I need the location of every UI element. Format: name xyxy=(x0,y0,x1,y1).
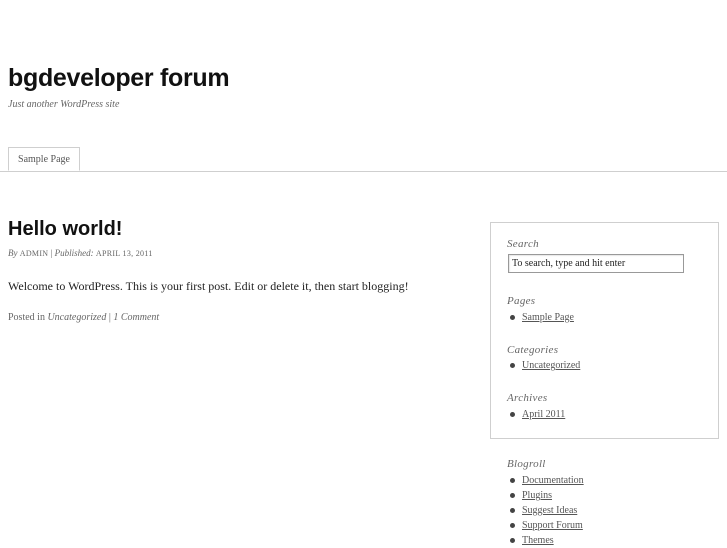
list-item: Plugins xyxy=(507,488,584,503)
categories-list: Uncategorized xyxy=(507,358,580,373)
post-posted-in-label: Posted in xyxy=(8,312,45,323)
nav-divider xyxy=(0,171,727,172)
category-link-uncategorized[interactable]: Uncategorized xyxy=(522,360,580,371)
widget-title-pages: Pages xyxy=(507,295,536,307)
site-title[interactable]: bgdeveloper forum xyxy=(8,64,230,93)
site-tagline: Just another WordPress site xyxy=(8,99,120,110)
archives-list: April 2011 xyxy=(507,407,565,422)
blogroll-link-plugins[interactable]: Plugins xyxy=(522,490,552,501)
post-meta-published-label: Published: xyxy=(54,248,94,258)
list-item: Uncategorized xyxy=(507,358,580,373)
list-item: Support Forum xyxy=(507,518,584,533)
blogroll-list: Documentation Plugins Suggest Ideas Supp… xyxy=(507,473,584,548)
list-item: April 2011 xyxy=(507,407,565,422)
post-meta-by: By xyxy=(8,248,18,258)
list-item: Themes xyxy=(507,533,584,548)
blogroll-link-documentation[interactable]: Documentation xyxy=(522,475,584,486)
post-comments-link[interactable]: 1 Comment xyxy=(113,312,159,323)
pages-list: Sample Page xyxy=(507,310,574,325)
search-input[interactable] xyxy=(508,254,684,273)
list-item: Suggest Ideas xyxy=(507,503,584,518)
post-title[interactable]: Hello world! xyxy=(8,218,122,241)
post-meta-separator: | xyxy=(50,248,53,258)
post-date: APRIL 13, 2011 xyxy=(95,249,153,258)
list-item: Documentation xyxy=(507,473,584,488)
post-footer-separator: | xyxy=(108,312,111,323)
blogroll-link-themes[interactable]: Themes xyxy=(522,535,554,546)
post-meta: By ADMIN | Published: APRIL 13, 2011 xyxy=(8,248,153,258)
widget-title-categories: Categories xyxy=(507,344,559,356)
widget-title-archives: Archives xyxy=(507,392,548,404)
widget-title-blogroll: Blogroll xyxy=(507,458,546,470)
list-item: Sample Page xyxy=(507,310,574,325)
post-content: Welcome to WordPress. This is your first… xyxy=(8,279,409,293)
post-footer: Posted in Uncategorized | 1 Comment xyxy=(8,312,159,323)
post-category-link[interactable]: Uncategorized xyxy=(47,312,106,323)
archive-link-april-2011[interactable]: April 2011 xyxy=(522,409,565,420)
widget-title-search: Search xyxy=(507,238,539,250)
post-author-link[interactable]: ADMIN xyxy=(20,249,49,258)
pages-link-sample-page[interactable]: Sample Page xyxy=(522,312,574,323)
blogroll-link-suggest-ideas[interactable]: Suggest Ideas xyxy=(522,505,577,516)
nav-tab-sample-page[interactable]: Sample Page xyxy=(8,147,80,171)
blogroll-link-support-forum[interactable]: Support Forum xyxy=(522,520,583,531)
